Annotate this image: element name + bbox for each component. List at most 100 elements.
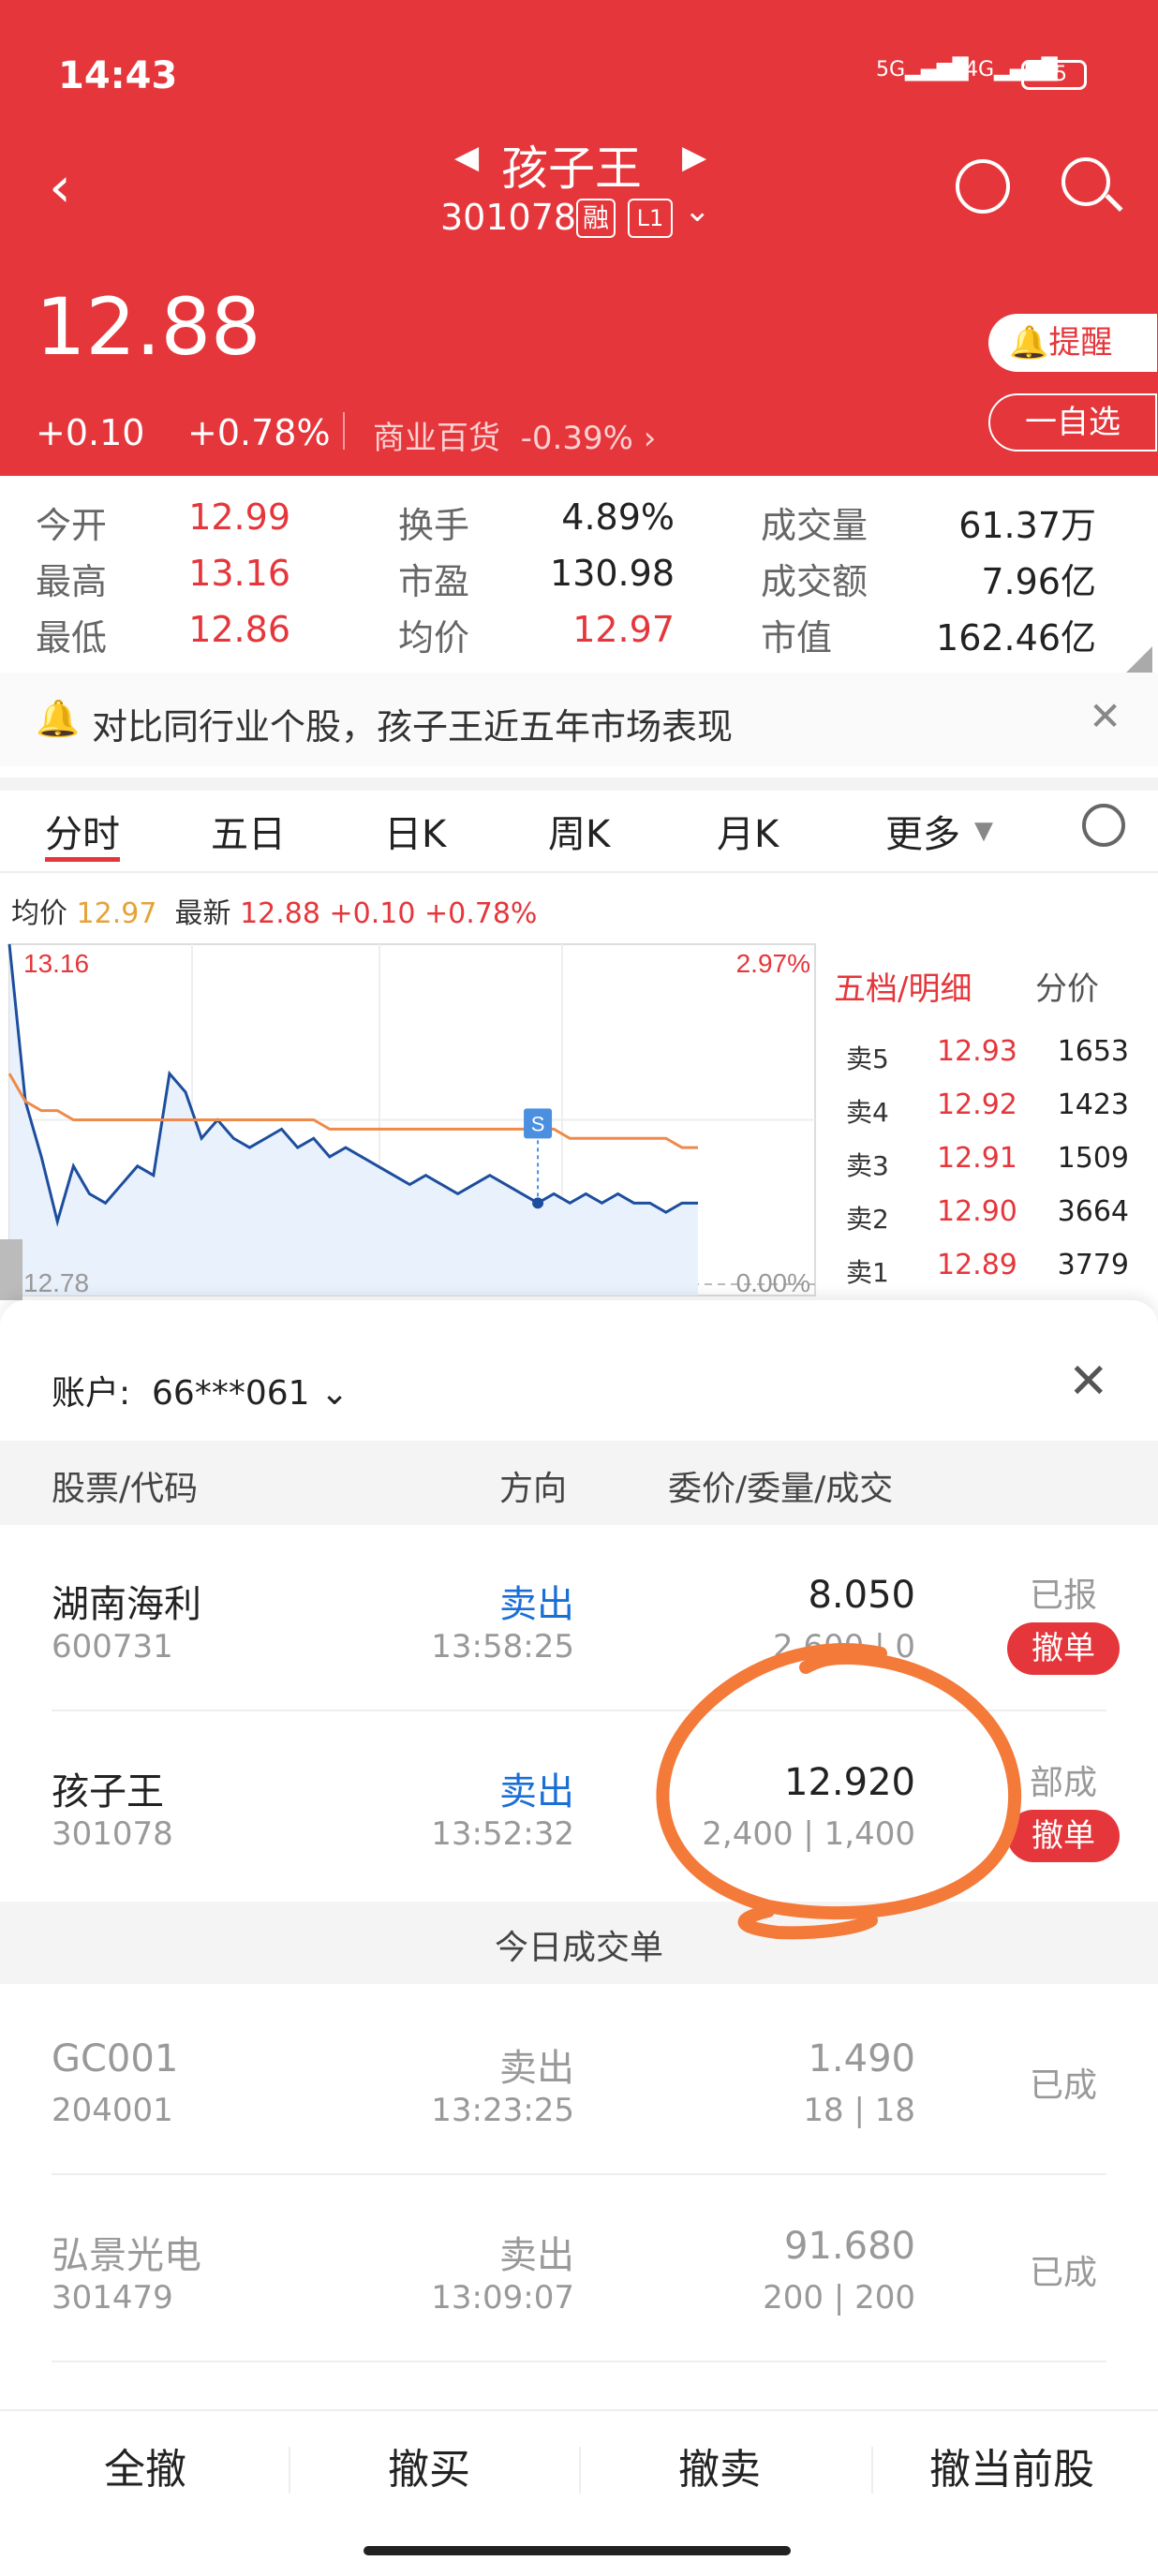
next-stock-icon[interactable]: ▶ <box>682 139 706 176</box>
order-price: 1.490 <box>808 2037 915 2080</box>
refresh-icon[interactable] <box>956 159 1010 214</box>
order-direction: 卖出 <box>499 2047 574 2090</box>
axis-label: 0.00% <box>736 1268 810 1297</box>
search-icon[interactable] <box>1062 157 1110 206</box>
sell-point <box>532 1197 544 1209</box>
order-book-label: 卖5 <box>846 1044 889 1074</box>
stat-value: 130.98 <box>550 553 675 594</box>
stat-label: 今开 <box>36 505 108 546</box>
status-time: 14:43 <box>58 54 178 97</box>
stat-value: 7.96亿 <box>981 561 1096 602</box>
order-name: GC001 <box>52 2037 179 2080</box>
margin-tag: 融 <box>576 199 616 238</box>
order-book-price: 12.92 <box>937 1088 1017 1121</box>
order-code: 301078 <box>52 1815 173 1853</box>
stat-label: 最高 <box>36 561 108 602</box>
order-name: 湖南海利 <box>52 1583 201 1626</box>
battery-icon: 85 <box>1021 60 1087 90</box>
tab-2[interactable]: 日K <box>384 804 446 858</box>
col-direction: 方向 <box>499 1470 568 1508</box>
order-code: 600731 <box>52 1628 173 1666</box>
tab-3[interactable]: 周K <box>548 804 610 858</box>
sell-marker-label: S <box>531 1112 545 1135</box>
bottom-action-0[interactable]: 全撤 <box>5 2435 286 2495</box>
order-book-volume: 1509 <box>1057 1142 1129 1175</box>
stat-label: 均价 <box>398 617 470 659</box>
expand-corner-icon[interactable] <box>1124 646 1152 674</box>
divider <box>343 412 345 450</box>
stat-label: 市盈 <box>398 561 470 602</box>
order-code: 301479 <box>52 2279 173 2317</box>
tab-order-book[interactable]: 五档/明细 <box>834 963 972 1009</box>
order-book-price: 12.90 <box>937 1195 1017 1228</box>
level-tag: L1 <box>628 199 673 238</box>
chart-info: 均价 12.97 最新 12.88 +0.10 +0.78% <box>11 897 538 930</box>
order-status: 已成 <box>1029 2254 1097 2292</box>
stat-label: 最低 <box>36 617 108 659</box>
bottom-divider <box>871 2447 873 2494</box>
account-selector[interactable]: 账户: 66***061 ⌄ <box>52 1366 349 1414</box>
avg-price-line <box>7 1073 698 1149</box>
order-code: 204001 <box>52 2092 173 2129</box>
chevron-down-icon: ⌄ <box>320 1374 349 1413</box>
stat-value: 12.97 <box>572 609 675 650</box>
account-value: 66***061 <box>152 1374 310 1413</box>
tab-0[interactable]: 分时 <box>45 804 120 858</box>
axis-label: 12.78 <box>23 1268 89 1297</box>
intraday-chart[interactable]: S 13.16 12.78 2.97% 0.00% <box>0 935 824 1300</box>
order-book-volume: 1423 <box>1057 1088 1129 1121</box>
bottom-divider <box>579 2447 581 2494</box>
order-qty: 18 | 18 <box>803 2092 915 2129</box>
close-panel-icon[interactable]: ✕ <box>1068 1354 1109 1410</box>
chevron-down-icon[interactable]: ⌄ <box>684 192 711 229</box>
bottom-action-3[interactable]: 撤当前股 <box>871 2435 1152 2495</box>
order-book-label: 卖2 <box>846 1204 889 1235</box>
back-icon[interactable]: ‹ <box>49 155 71 220</box>
bottom-divider <box>289 2447 290 2494</box>
active-tab-indicator <box>45 857 120 862</box>
close-icon[interactable]: ✕ <box>1089 693 1121 739</box>
chart-expand-handle <box>0 1239 22 1300</box>
order-time: 13:09:07 <box>431 2279 574 2317</box>
order-status: 已成 <box>1029 2066 1097 2105</box>
account-label: 账户: <box>52 1374 131 1413</box>
bottom-action-1[interactable]: 撤买 <box>289 2435 570 2495</box>
network-5g-icon: 5G▂▄▆█ <box>876 58 969 81</box>
stat-value: 12.99 <box>188 496 290 538</box>
sector-link[interactable]: 商业百货 -0.39% › <box>373 412 656 458</box>
stat-label: 成交量 <box>761 505 868 546</box>
settings-icon[interactable] <box>1082 804 1125 847</box>
bell-icon: 🔔 <box>36 698 81 739</box>
order-time: 13:52:32 <box>431 1815 574 1853</box>
tab-1[interactable]: 五日 <box>211 804 286 858</box>
stat-value: 61.37万 <box>958 505 1096 546</box>
order-time: 13:58:25 <box>431 1628 574 1666</box>
stat-label: 成交额 <box>761 561 868 602</box>
add-watchlist-button[interactable]: 一自选 <box>988 393 1157 452</box>
col-price: 委价/委量/成交 <box>668 1470 894 1508</box>
prev-stock-icon[interactable]: ◀ <box>454 139 479 176</box>
tab-4[interactable]: 月K <box>717 804 779 858</box>
order-direction: 卖出 <box>499 2234 574 2277</box>
axis-label: 13.16 <box>23 949 89 978</box>
tab-price-dist[interactable]: 分价 <box>1035 963 1099 1009</box>
order-time: 13:23:25 <box>431 2092 574 2129</box>
order-price: 8.050 <box>808 1574 915 1617</box>
remind-button[interactable]: 🔔提醒 <box>988 314 1157 372</box>
order-book-price: 12.91 <box>937 1142 1017 1175</box>
order-book-volume: 3664 <box>1057 1195 1129 1228</box>
order-book-price: 12.89 <box>937 1249 1017 1281</box>
order-direction: 卖出 <box>499 1583 574 1626</box>
bottom-action-2[interactable]: 撤卖 <box>579 2435 860 2495</box>
sector-pct: -0.39% <box>520 420 633 457</box>
chevron-down-icon[interactable]: ▼ <box>974 817 993 845</box>
order-book-volume: 1653 <box>1057 1035 1129 1068</box>
home-indicator <box>364 2546 791 2555</box>
price-change: +0.10 <box>36 412 145 453</box>
stat-value: 13.16 <box>188 553 290 594</box>
order-book-volume: 3779 <box>1057 1249 1129 1281</box>
price-change-pct: +0.78% <box>187 412 331 453</box>
stock-name: 孩子王 <box>501 141 642 196</box>
tab-5[interactable]: 更多 <box>885 804 960 858</box>
stat-value: 4.89% <box>561 496 675 538</box>
